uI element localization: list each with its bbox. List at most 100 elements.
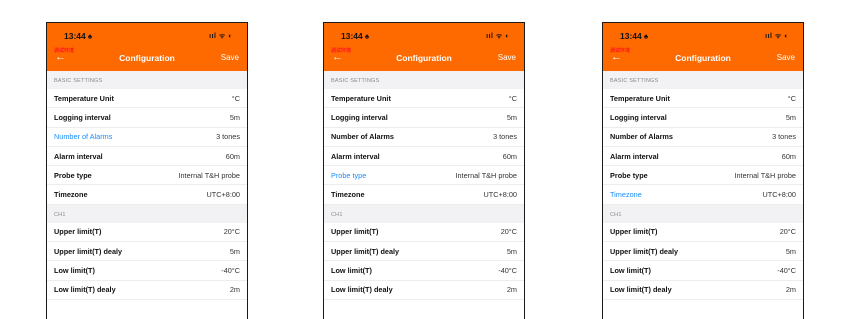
settings-row[interactable]: Probe type Internal T&H probe bbox=[603, 166, 803, 186]
settings-row[interactable]: Upper limit(T) 20°C bbox=[324, 223, 524, 243]
status-time-text: 13:44 bbox=[64, 31, 86, 41]
settings-row[interactable]: Logging interval 5m bbox=[603, 108, 803, 128]
row-value: 20°C bbox=[779, 227, 796, 237]
settings-row[interactable]: Number of Alarms 3 tones bbox=[324, 128, 524, 147]
row-label: Upper limit(T) dealy bbox=[54, 246, 123, 256]
save-button[interactable]: Save bbox=[777, 53, 795, 62]
row-label: Probe type bbox=[54, 170, 92, 180]
row-value: 5m bbox=[506, 112, 517, 122]
row-label: Low limit(T) dealy bbox=[610, 285, 672, 295]
row-value: Internal T&H probe bbox=[178, 170, 240, 180]
status-time: 13:44 ♠ bbox=[341, 31, 369, 41]
row-value: UTC+8:00 bbox=[206, 190, 240, 200]
settings-row[interactable]: Low limit(T) -40°C bbox=[324, 261, 524, 281]
settings-row[interactable]: Alarm interval 60m bbox=[324, 147, 524, 167]
notification-icon: ♠ bbox=[643, 31, 649, 41]
settings-row[interactable]: Temperature Unit °C bbox=[47, 89, 247, 109]
settings-row[interactable]: Logging interval 5m bbox=[324, 108, 524, 128]
settings-row[interactable]: Low limit(T) -40°C bbox=[603, 261, 803, 281]
settings-row[interactable]: Alarm interval 60m bbox=[47, 147, 247, 167]
row-value: 2m bbox=[506, 285, 517, 295]
system-icons: ııl ᯤ ◐ bbox=[765, 33, 789, 40]
app-header: 13:44 ♠ ııl ᯤ ◐ 调试环境 Configuration ← Save bbox=[47, 23, 247, 71]
settings-row[interactable]: Upper limit(T) 20°C bbox=[47, 223, 247, 243]
row-value: 5m bbox=[229, 112, 240, 122]
back-arrow-icon[interactable]: ← bbox=[55, 51, 66, 63]
row-value: °C bbox=[787, 93, 796, 103]
row-value: 2m bbox=[785, 285, 796, 295]
row-label: Low limit(T) dealy bbox=[331, 285, 393, 295]
row-label: Low limit(T) bbox=[610, 266, 651, 276]
settings-row[interactable]: Upper limit(T) dealy 5m bbox=[47, 242, 247, 262]
row-label: Low limit(T) bbox=[54, 266, 95, 276]
settings-row[interactable]: Upper limit(T) dealy 5m bbox=[324, 242, 524, 262]
row-value: -40°C bbox=[777, 266, 796, 276]
save-button[interactable]: Save bbox=[498, 53, 516, 62]
row-label: Low limit(T) bbox=[331, 266, 372, 276]
status-bar: 13:44 ♠ ııl ᯤ ◐ bbox=[47, 31, 247, 45]
row-value: 5m bbox=[785, 112, 796, 122]
row-label: Upper limit(T) bbox=[610, 227, 658, 237]
row-label: Number of Alarms bbox=[54, 132, 113, 142]
section-header-basic-settings: BASIC SETTINGS bbox=[324, 71, 524, 89]
section-header-ch1: CH1 bbox=[603, 204, 803, 223]
settings-row[interactable]: Temperature Unit °C bbox=[603, 89, 803, 109]
row-value: 60m bbox=[225, 151, 240, 161]
row-label: Upper limit(T) bbox=[331, 227, 379, 237]
settings-row[interactable]: Upper limit(T) dealy 5m bbox=[603, 242, 803, 262]
settings-row[interactable]: Logging interval 5m bbox=[47, 108, 247, 128]
status-time-text: 13:44 bbox=[620, 31, 642, 41]
row-value: 20°C bbox=[500, 227, 517, 237]
page-title: Configuration bbox=[119, 53, 175, 63]
row-value: 5m bbox=[229, 246, 240, 256]
row-label: Timezone bbox=[610, 190, 642, 200]
row-label: Temperature Unit bbox=[54, 93, 114, 103]
row-label: Number of Alarms bbox=[610, 132, 673, 142]
row-value: 60m bbox=[781, 151, 796, 161]
row-label: Logging interval bbox=[54, 112, 111, 122]
settings-row[interactable]: Low limit(T) dealy 2m bbox=[603, 281, 803, 300]
settings-row[interactable]: Number of Alarms 3 tones bbox=[603, 128, 803, 147]
row-value: UTC+8:00 bbox=[762, 190, 796, 200]
settings-row[interactable]: Low limit(T) -40°C bbox=[47, 261, 247, 281]
settings-row[interactable]: Upper limit(T) 20°C bbox=[603, 223, 803, 243]
nav-bar: Configuration ← Save bbox=[47, 51, 247, 66]
row-label: Timezone bbox=[331, 190, 365, 200]
app-header: 13:44 ♠ ııl ᯤ ◐ 调试环境 Configuration ← Save bbox=[324, 23, 524, 71]
phone-screen: 13:44 ♠ ııl ᯤ ◐ 调试环境 Configuration ← Save BASIC… bbox=[46, 22, 248, 319]
nav-bar: Configuration ← Save bbox=[603, 51, 803, 66]
row-label: Upper limit(T) bbox=[54, 227, 102, 237]
status-bar: 13:44 ♠ ııl ᯤ ◐ bbox=[324, 31, 524, 45]
settings-row[interactable]: Temperature Unit °C bbox=[324, 89, 524, 109]
app-header: 13:44 ♠ ııl ᯤ ◐ 调试环境 Configuration ← Save bbox=[603, 23, 803, 71]
row-label: Alarm interval bbox=[610, 151, 659, 161]
settings-row[interactable]: Timezone UTC+8:00 bbox=[324, 185, 524, 205]
status-time: 13:44 ♠ bbox=[64, 31, 92, 41]
phone-screen: 13:44 ♠ ııl ᯤ ◐ 调试环境 Configuration ← Save BASIC… bbox=[323, 22, 525, 319]
row-label: Alarm interval bbox=[54, 151, 103, 161]
row-value: 60m bbox=[502, 151, 517, 161]
notification-icon: ♠ bbox=[364, 31, 370, 41]
settings-row[interactable]: Number of Alarms 3 tones bbox=[47, 128, 247, 147]
row-label: Upper limit(T) dealy bbox=[610, 246, 679, 256]
settings-row[interactable]: Probe type Internal T&H probe bbox=[47, 166, 247, 186]
row-value: Internal T&H probe bbox=[734, 170, 796, 180]
save-button[interactable]: Save bbox=[221, 53, 239, 62]
settings-row[interactable]: Low limit(T) dealy 2m bbox=[47, 281, 247, 300]
section-header-ch1: CH1 bbox=[324, 204, 524, 223]
row-value: 3 tones bbox=[493, 132, 517, 142]
row-label: Probe type bbox=[610, 170, 648, 180]
row-value: 5m bbox=[506, 246, 517, 256]
settings-row[interactable]: Probe type Internal T&H probe bbox=[324, 166, 524, 186]
back-arrow-icon[interactable]: ← bbox=[332, 51, 343, 63]
row-value: UTC+8:00 bbox=[483, 190, 517, 200]
row-value: °C bbox=[231, 93, 240, 103]
row-label: Logging interval bbox=[610, 112, 667, 122]
status-time: 13:44 ♠ bbox=[620, 31, 648, 41]
settings-row[interactable]: Timezone UTC+8:00 bbox=[47, 185, 247, 205]
back-arrow-icon[interactable]: ← bbox=[611, 51, 622, 63]
settings-row[interactable]: Timezone UTC+8:00 bbox=[603, 185, 803, 205]
settings-row[interactable]: Low limit(T) dealy 2m bbox=[324, 281, 524, 300]
settings-row[interactable]: Alarm interval 60m bbox=[603, 147, 803, 167]
row-value: 3 tones bbox=[216, 132, 240, 142]
